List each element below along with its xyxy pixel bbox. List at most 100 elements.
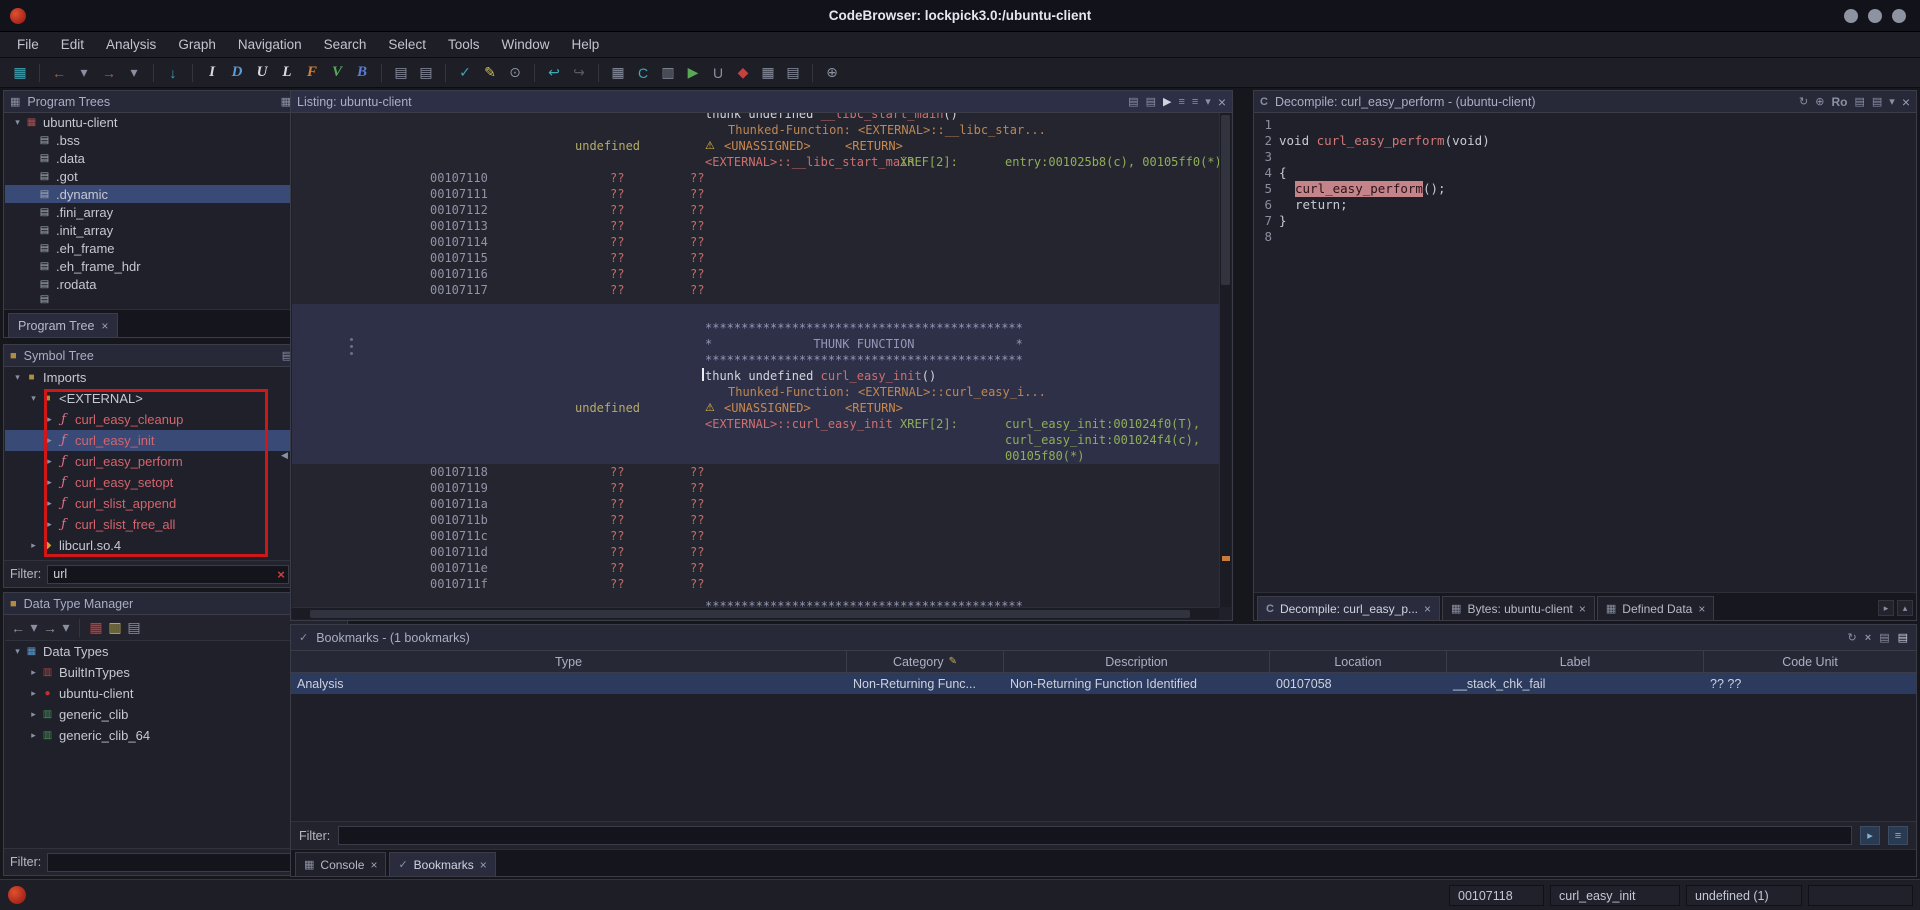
listing-line[interactable]: undefined⚠<UNASSIGNED><RETURN> bbox=[292, 138, 1219, 154]
listing-line[interactable]: 00107116???? bbox=[292, 266, 1219, 282]
refresh-icon[interactable]: ↻ bbox=[1848, 631, 1857, 644]
close-icon[interactable]: × bbox=[480, 858, 487, 872]
listing-line[interactable]: thunk undefined __libc_start_main() bbox=[292, 113, 1219, 122]
run-script-icon[interactable]: ▶ bbox=[681, 61, 705, 85]
snapshot-icon[interactable]: ▤ bbox=[781, 61, 805, 85]
close-icon[interactable]: × bbox=[1902, 94, 1910, 110]
menu-file[interactable]: File bbox=[6, 34, 50, 55]
code-line[interactable]: 6return; bbox=[1259, 197, 1915, 213]
scrollbar-thumb[interactable] bbox=[310, 610, 1190, 618]
menu-help[interactable]: Help bbox=[560, 34, 610, 55]
listing-line[interactable]: 0010711c???? bbox=[292, 528, 1219, 544]
dtm-preview-icon[interactable]: ▤ bbox=[125, 616, 143, 640]
close-icon[interactable]: × bbox=[101, 319, 108, 333]
undo-icon[interactable]: ↩ bbox=[542, 61, 566, 85]
listing-line[interactable]: 0010711e???? bbox=[292, 560, 1219, 576]
filter-columns-icon[interactable]: ≡ bbox=[1888, 826, 1908, 845]
listing-line[interactable]: 00107111???? bbox=[292, 186, 1219, 202]
stop-icon[interactable]: ◆ bbox=[731, 61, 755, 85]
listing-line[interactable]: 00107119???? bbox=[292, 480, 1219, 496]
dtm-filter-arrays-icon[interactable]: ▦ bbox=[87, 616, 105, 640]
listing-vertical-scrollbar[interactable] bbox=[1219, 113, 1231, 607]
listing-menu-icon[interactable]: ▾ bbox=[1205, 95, 1211, 108]
close-icon[interactable]: × bbox=[1698, 602, 1705, 616]
column-label-col[interactable]: Label bbox=[1447, 651, 1704, 672]
diff-view-icon[interactable]: ≡ bbox=[1192, 96, 1198, 108]
clear-flow-icon[interactable]: ↓ bbox=[161, 61, 185, 85]
column-code-unit[interactable]: Code Unit bbox=[1704, 651, 1916, 672]
tool-letter-I[interactable]: I bbox=[200, 61, 224, 85]
bookmarks-table-body[interactable] bbox=[291, 694, 1916, 821]
tool-letter-B[interactable]: B bbox=[350, 61, 374, 85]
structure-editor-icon[interactable]: ▦ bbox=[756, 61, 780, 85]
listing-line[interactable]: ****************************************… bbox=[292, 320, 1219, 336]
tab-defined-data[interactable]: ▦Defined Data× bbox=[1597, 596, 1714, 620]
listing-line[interactable]: 0010711b???? bbox=[292, 512, 1219, 528]
delete-bookmark-icon[interactable]: × bbox=[1865, 632, 1871, 644]
listing-line[interactable]: curl_easy_init:001024f4(c), bbox=[292, 432, 1219, 448]
menu-navigation[interactable]: Navigation bbox=[227, 34, 313, 55]
dtm-filter-enums-icon[interactable]: ▥ bbox=[106, 616, 124, 640]
code-line[interactable]: 3 bbox=[1259, 149, 1915, 165]
close-icon[interactable]: × bbox=[1218, 94, 1226, 110]
rename-tool-label[interactable]: Ro bbox=[1831, 95, 1847, 109]
listing-line[interactable]: <EXTERNAL>::curl_easy_initXREF[2]:curl_e… bbox=[292, 416, 1219, 432]
tool-letter-F[interactable]: F bbox=[300, 61, 324, 85]
expand-icon[interactable]: ▸ bbox=[43, 456, 56, 467]
scrollbar-thumb[interactable] bbox=[1221, 115, 1230, 285]
expand-icon[interactable]: ▾ bbox=[11, 646, 24, 657]
filter-save-icon[interactable]: ▸ bbox=[1860, 826, 1880, 845]
listing-line[interactable]: 00107118???? bbox=[292, 464, 1219, 480]
tab-decompile[interactable]: CDecompile: curl_easy_p...× bbox=[1257, 596, 1440, 620]
listing-line[interactable]: ****************************************… bbox=[292, 352, 1219, 368]
dtm-back-icon[interactable]: ← bbox=[9, 616, 27, 640]
close-icon[interactable]: × bbox=[1579, 602, 1586, 616]
listing-line[interactable]: 00107114???? bbox=[292, 234, 1219, 250]
column-type[interactable]: Type bbox=[291, 651, 847, 672]
menu-select[interactable]: Select bbox=[377, 34, 437, 55]
expand-icon[interactable]: ▸ bbox=[43, 519, 56, 530]
listing-line[interactable]: 00107113???? bbox=[292, 218, 1219, 234]
tool-letter-D[interactable]: D bbox=[225, 61, 249, 85]
code-line[interactable]: 5curl_easy_perform(); bbox=[1259, 181, 1915, 197]
tab-list-icon[interactable]: ▴ bbox=[1897, 600, 1913, 616]
menu-search[interactable]: Search bbox=[313, 34, 378, 55]
check-icon[interactable]: ✓ bbox=[453, 61, 477, 85]
clear-filter-icon[interactable]: × bbox=[277, 567, 285, 582]
listing-line[interactable]: Thunked-Function: <EXTERNAL>::curl_easy_… bbox=[292, 384, 1219, 400]
expand-icon[interactable]: ▸ bbox=[27, 540, 40, 551]
maximize-button[interactable] bbox=[1868, 9, 1882, 23]
tool-letter-U[interactable]: U bbox=[250, 61, 274, 85]
menu-analysis[interactable]: Analysis bbox=[95, 34, 167, 55]
listing-line[interactable]: undefined⚠<UNASSIGNED><RETURN> bbox=[292, 400, 1219, 416]
column-location[interactable]: Location bbox=[1270, 651, 1447, 672]
close-icon[interactable]: × bbox=[370, 858, 377, 872]
code-line[interactable]: 8 bbox=[1259, 229, 1915, 245]
cursor-location-icon[interactable]: ▶ bbox=[1163, 95, 1171, 108]
snapshot-icon[interactable]: ▤ bbox=[1898, 631, 1908, 644]
listing-line[interactable]: 00107117???? bbox=[292, 282, 1219, 298]
tab-bytes[interactable]: ▦Bytes: ubuntu-client× bbox=[1442, 596, 1595, 620]
menu-window[interactable]: Window bbox=[490, 34, 560, 55]
expand-icon[interactable]: ▸ bbox=[43, 498, 56, 509]
listing-line[interactable]: thunk undefined curl_easy_init() bbox=[292, 368, 1219, 384]
expand-icon[interactable]: ▾ bbox=[11, 372, 24, 383]
copy-icon[interactable]: ▤ bbox=[1872, 95, 1882, 108]
listing-line[interactable]: Thunked-Function: <EXTERNAL>::__libc_sta… bbox=[292, 122, 1219, 138]
paste-icon[interactable]: ▤ bbox=[414, 61, 438, 85]
copy-icon[interactable]: ▤ bbox=[389, 61, 413, 85]
listing-line[interactable]: 0010711d???? bbox=[292, 544, 1219, 560]
dtm-forward-icon[interactable]: → bbox=[41, 616, 59, 640]
listing-line[interactable]: 0010711a???? bbox=[292, 496, 1219, 512]
close-icon[interactable]: × bbox=[1424, 602, 1431, 616]
listing-line[interactable] bbox=[292, 304, 1219, 320]
collapse-panel-icon[interactable]: ◀ bbox=[281, 450, 288, 461]
dtm-back-menu-icon[interactable]: ▾ bbox=[28, 616, 40, 640]
code-line[interactable]: 4{ bbox=[1259, 165, 1915, 181]
bookmarks-header[interactable]: ✓ Bookmarks - (1 bookmarks) ↻ × ▤ ▤ bbox=[291, 625, 1916, 651]
menu-graph[interactable]: Graph bbox=[167, 34, 227, 55]
search-icon[interactable]: ⊙ bbox=[503, 61, 527, 85]
paste-icon[interactable]: ▤ bbox=[1146, 95, 1156, 108]
close-window-button[interactable] bbox=[1892, 9, 1906, 23]
expand-icon[interactable]: ▸ bbox=[27, 730, 40, 741]
